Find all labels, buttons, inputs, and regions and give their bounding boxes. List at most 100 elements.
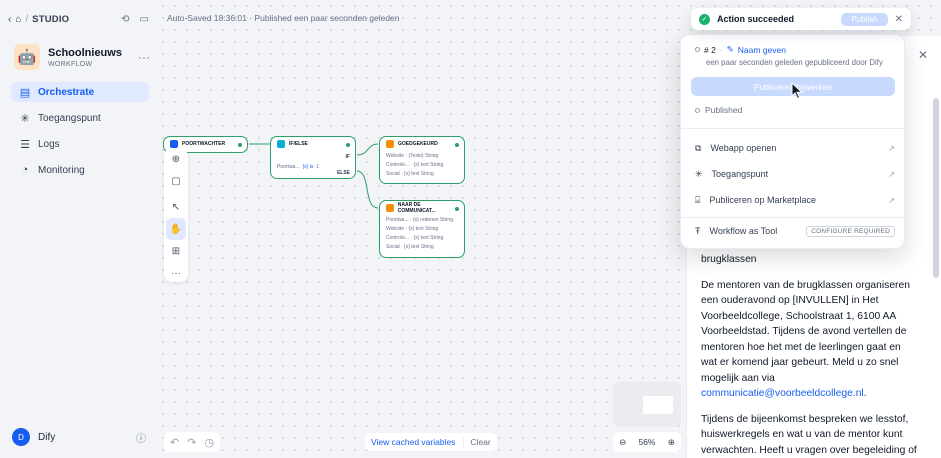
divider xyxy=(681,128,904,129)
more-icon[interactable]: ··· xyxy=(164,262,188,284)
node-title: POORTWACHTER xyxy=(182,141,226,147)
node-title: NAAR DE COMMUNICAT... xyxy=(397,202,436,214)
clear-button[interactable]: Clear xyxy=(463,437,491,447)
node-output-row: Social · {x} text String xyxy=(386,170,434,177)
toast-message: Action succeeded xyxy=(717,14,795,24)
llm-icon xyxy=(386,204,394,212)
menu-item-marketplace[interactable]: ⌸ Publiceren op Marketplace ↗ xyxy=(695,191,895,209)
preview-content: brugklassen De mentoren van de brugklass… xyxy=(701,252,917,458)
success-toast: ✓ Action succeeded Publish ✕ xyxy=(691,8,911,30)
condition-value: 1 xyxy=(316,163,320,170)
version-dot-icon xyxy=(695,47,700,52)
breadcrumb[interactable]: ‹ ⌂ / STUDIO xyxy=(8,14,69,25)
help-icon[interactable]: ⓘ xyxy=(136,430,146,445)
publish-button[interactable]: Publish xyxy=(841,12,888,26)
access-point-icon: ✳ xyxy=(20,112,30,125)
success-dot-icon xyxy=(455,143,459,147)
access-point-icon: ✳ xyxy=(695,168,703,179)
divider xyxy=(681,217,904,218)
preview-paragraph: Tijdens de bijeenkomst bespreken we less… xyxy=(701,413,917,456)
sidebar-item-monitoring[interactable]: ◔ Monitoring xyxy=(11,160,149,180)
avatar: D xyxy=(12,428,30,446)
sidebar-item-label: Toegangspunt xyxy=(38,112,101,124)
node-output-row: Website · {Texto} String xyxy=(386,152,439,159)
zoom-out-icon[interactable]: ⊖ xyxy=(619,437,626,448)
user-menu[interactable]: D Dify ⓘ xyxy=(12,428,146,446)
minimap-viewport[interactable] xyxy=(643,396,673,414)
zoom-controls: ⊖ 56% ⊕ xyxy=(613,432,681,452)
sidebar-item-orchestrate[interactable]: ▤ Orchestrate xyxy=(11,82,149,102)
sidebar-nav: ▤ Orchestrate ✳ Toegangspunt ☰ Logs ◔ Mo… xyxy=(11,82,149,186)
condition-op: {x} is xyxy=(302,163,314,170)
success-dot-icon xyxy=(455,207,459,211)
hand-icon[interactable]: ✋ xyxy=(166,218,186,240)
monitoring-icon: ◔ xyxy=(21,164,29,176)
edge xyxy=(356,170,379,209)
zoom-in-icon[interactable]: ⊕ xyxy=(668,437,675,448)
logs-icon: ☰ xyxy=(20,138,30,151)
preview-paragraph: De mentoren van de brugklassen organiser… xyxy=(701,279,910,400)
undo-icon[interactable]: ↶ xyxy=(170,436,179,449)
tool-icon: Ŧ xyxy=(695,226,701,236)
cached-variables-bar: View cached variables Clear xyxy=(365,433,497,451)
node-ifelse[interactable]: IF/ELSE IF Poortwa... {x} is 1 ELSE xyxy=(270,136,356,179)
pointer-icon[interactable]: ↖ xyxy=(164,196,188,218)
name-version-link[interactable]: Naam geven xyxy=(738,45,786,55)
menu-item-workflow-as-tool[interactable]: Ŧ Workflow as Tool CONFIGURE REQUIRED xyxy=(695,222,895,240)
webapp-icon: ⧉ xyxy=(695,142,702,153)
view-cached-variables-link[interactable]: View cached variables xyxy=(371,437,455,447)
node-title: IF/ELSE xyxy=(289,141,308,147)
preview-heading: brugklassen xyxy=(701,254,757,265)
user-name: Dify xyxy=(38,431,56,443)
publish-menu: # 2 · ✎ Naam geven een paar seconden gel… xyxy=(680,34,905,249)
node-output-row: Poortwa... · {x} redenen String xyxy=(386,216,453,223)
history-controls: ↶ ↷ ◷ xyxy=(164,432,221,452)
sidebar-header: ‹ ⌂ / STUDIO ⟲ ▭ xyxy=(8,10,149,28)
studio-label[interactable]: STUDIO xyxy=(32,14,69,25)
chevron-left-icon[interactable]: ‹ xyxy=(8,14,11,25)
close-icon[interactable]: ✕ xyxy=(918,48,928,62)
add-node-icon[interactable]: ⊕ xyxy=(164,148,188,170)
else-label: ELSE xyxy=(336,170,350,176)
sidebar: ‹ ⌂ / STUDIO ⟲ ▭ 🤖 Schoolnieuws WORKFLOW… xyxy=(0,0,157,458)
email-link[interactable]: communicatie@voorbeeldcollege.nl xyxy=(701,388,864,399)
sidebar-item-label: Monitoring xyxy=(38,164,85,176)
edge xyxy=(356,143,379,156)
state-dot-icon xyxy=(695,107,700,113)
redo-icon[interactable]: ↷ xyxy=(187,436,196,449)
breadcrumb-separator: / xyxy=(25,13,29,25)
sidebar-item-label: Logs xyxy=(38,138,60,150)
home-icon[interactable]: ⌂ xyxy=(15,14,21,25)
more-icon[interactable]: ··· xyxy=(138,50,150,64)
external-link-icon: ↗ xyxy=(888,143,895,153)
zoom-level[interactable]: 56% xyxy=(638,437,655,447)
published-by: een paar seconden geleden gepubliceerd d… xyxy=(706,58,883,67)
collapse-sidebar-icon[interactable]: ▭ xyxy=(140,14,149,25)
node-naar-communicatie[interactable]: NAAR DE COMMUNICAT... Poortwa... · {x} r… xyxy=(379,200,465,258)
node-output-row: Controle... · {x} text String xyxy=(386,161,444,168)
success-dot-icon xyxy=(238,143,242,147)
history-icon[interactable]: ◷ xyxy=(204,436,214,449)
sidebar-item-toegangspunt[interactable]: ✳ Toegangspunt xyxy=(11,108,149,128)
node-goedgekeurd[interactable]: GOEDGEKEURD Website · {Texto} String Con… xyxy=(379,136,465,184)
organize-icon[interactable]: ⊞ xyxy=(164,240,188,262)
menu-item-webapp[interactable]: ⧉ Webapp openen ↗ xyxy=(695,139,895,157)
refresh-icon[interactable]: ⟲ xyxy=(121,14,129,25)
sidebar-item-logs[interactable]: ☰ Logs xyxy=(11,134,149,154)
branch-icon xyxy=(277,140,285,148)
scrollbar[interactable] xyxy=(933,98,939,278)
canvas-toolbar: ⊕ ▢ ↖ ✋ ⊞ ··· xyxy=(164,148,188,282)
robot-icon: 🤖 xyxy=(14,44,40,70)
minimap[interactable] xyxy=(613,382,681,427)
configure-required-badge: CONFIGURE REQUIRED xyxy=(806,225,895,237)
check-circle-icon: ✓ xyxy=(699,13,710,25)
marketplace-icon: ⌸ xyxy=(695,194,701,205)
add-note-icon[interactable]: ▢ xyxy=(164,170,188,192)
sidebar-item-label: Orchestrate xyxy=(38,86,95,98)
edit-icon: ✎ xyxy=(726,44,734,54)
version-row: # 2 · ✎ Naam geven xyxy=(695,44,786,55)
close-icon[interactable]: ✕ xyxy=(895,14,903,25)
llm-icon xyxy=(386,140,394,148)
app-card[interactable]: 🤖 Schoolnieuws WORKFLOW ··· xyxy=(14,42,150,72)
menu-item-toegangspunt[interactable]: ✳ Toegangspunt ↗ xyxy=(695,165,895,183)
